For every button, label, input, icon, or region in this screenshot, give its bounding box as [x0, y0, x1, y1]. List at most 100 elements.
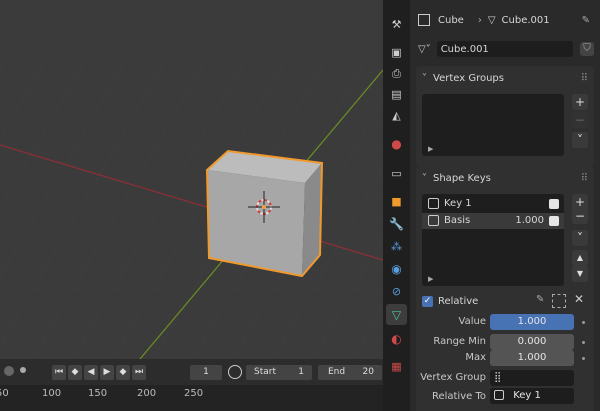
shape-keys-header[interactable]: ˅ Shape Keys ⠿ [416, 166, 594, 190]
list-item[interactable]: Basis 1.000 [422, 213, 564, 229]
breadcrumb-separator: › [477, 14, 482, 26]
range-min-field[interactable]: 0.000 [490, 334, 574, 350]
play-icon[interactable]: ▶ [100, 365, 114, 380]
breadcrumb-mesh[interactable]: Cube.001 [502, 15, 550, 26]
keyframe-dot[interactable] [582, 321, 585, 324]
pin-icon[interactable]: ✎ [582, 15, 590, 26]
ruler-tick: 200 [137, 388, 157, 399]
shape-keys-panel: ˅ Shape Keys ⠿ Key 1 Basis 1.000 ▶ + − ˅… [416, 166, 594, 411]
physics-icon[interactable]: ◉ [386, 258, 407, 279]
jump-end-icon[interactable]: ⏭ [132, 365, 146, 380]
mesh-browse-icon[interactable]: ▽˅ [418, 44, 431, 55]
output-icon[interactable]: ⎙ [386, 63, 407, 84]
record-icon[interactable] [4, 366, 14, 376]
keyframe-dot[interactable] [582, 341, 585, 344]
shape-key-icon [428, 198, 439, 209]
relative-to-field[interactable]: Key 1 [490, 388, 574, 404]
shape-key-name: Key 1 [444, 198, 472, 209]
relative-to-label: Relative To [431, 391, 486, 402]
value-label: Value [458, 316, 486, 327]
stopwatch-icon[interactable] [228, 365, 242, 379]
list-item[interactable]: Key 1 [422, 196, 564, 212]
end-label: End [328, 367, 346, 377]
world-icon[interactable]: ● [386, 133, 407, 154]
shape-keys-list[interactable]: Key 1 Basis 1.000 ▶ [422, 194, 564, 286]
relative-checkbox[interactable]: ✓ [422, 296, 433, 307]
modifier-icon[interactable]: 🔧 [386, 213, 407, 234]
range-min-label: Range Min [433, 336, 486, 347]
relative-to-value: Key 1 [513, 390, 541, 401]
start-label: Start [254, 367, 276, 377]
vertex-groups-header[interactable]: ˅ Vertex Groups ⠿ [416, 66, 594, 90]
list-expand-icon[interactable]: ▶ [428, 145, 433, 153]
collection-icon[interactable]: ▭ [386, 163, 407, 184]
fake-user-icon[interactable]: ⛉ [580, 42, 594, 56]
breadcrumb: Cube › ▽ Cube.001 ✎ [410, 8, 600, 32]
remove-shape-key-button[interactable]: − [572, 208, 588, 224]
vertex-groups-panel: ˅ Vertex Groups ⠿ ▶ + − ˅ [416, 66, 594, 166]
keyframe-dot[interactable] [582, 357, 585, 360]
play-reverse-icon[interactable]: ◀ [84, 365, 98, 380]
vertex-group-field[interactable]: ⣿ [490, 370, 574, 386]
current-frame-field[interactable]: 1 [190, 365, 222, 380]
pin-icon[interactable]: ✎ [536, 294, 550, 308]
list-expand-icon[interactable]: ▶ [428, 275, 433, 283]
shape-key-icon [494, 390, 504, 400]
clear-icon[interactable]: ✕ [574, 292, 584, 306]
chevron-down-icon: ˅ [422, 72, 427, 84]
tool-icon[interactable]: ⚒ [386, 14, 407, 35]
playback-bar: ⏮ ◆ ◀ ▶ ◆ ⏭ 1 Start 1 End 20 [0, 359, 383, 385]
drag-handle-icon[interactable]: ⠿ [581, 173, 588, 184]
shape-keys-title: Shape Keys [433, 172, 491, 184]
move-down-button[interactable]: ▼ [572, 266, 588, 282]
shape-key-specials-button[interactable]: ˅ [572, 230, 588, 246]
record-options-icon[interactable] [20, 367, 26, 373]
texture-icon[interactable]: ▦ [386, 356, 407, 377]
jump-keyframe-back-icon[interactable]: ◆ [68, 365, 82, 380]
ruler-tick: 250 [184, 388, 204, 399]
particles-icon[interactable]: ⁂ [386, 236, 407, 257]
mesh-name-field[interactable]: Cube.001 [436, 41, 573, 57]
add-vertex-group-button[interactable]: + [572, 94, 588, 110]
constraints-icon[interactable]: ⊘ [386, 281, 407, 302]
frame-ruler[interactable]: 50 100 150 200 250 [0, 385, 383, 411]
edit-mode-icon[interactable] [552, 294, 566, 308]
end-frame-field[interactable]: End 20 [318, 365, 382, 380]
render-icon[interactable]: ▣ [386, 42, 407, 63]
end-value: 20 [362, 367, 374, 377]
relative-label: Relative [438, 296, 479, 307]
remove-vertex-group-button[interactable]: − [572, 112, 588, 128]
object-icon [418, 14, 430, 26]
ruler-tick: 150 [88, 388, 108, 399]
breadcrumb-object[interactable]: Cube [438, 15, 464, 26]
object-icon[interactable]: ■ [386, 191, 407, 212]
vertex-group-icon: ⣿ [494, 372, 502, 383]
mesh-icon: ▽ [487, 14, 496, 26]
shape-key-mute-checkbox[interactable] [549, 199, 559, 209]
ruler-tick: 100 [42, 388, 62, 399]
vertex-groups-list[interactable]: ▶ [422, 94, 564, 156]
jump-start-icon[interactable]: ⏮ [52, 365, 66, 380]
data-icon[interactable]: ▽ [386, 304, 407, 325]
scene-icon[interactable]: ◭ [386, 105, 407, 126]
chevron-down-icon: ˅ [422, 172, 427, 184]
range-max-label: Max [465, 352, 486, 363]
drag-handle-icon[interactable]: ⠿ [581, 73, 588, 84]
timeline: ⏮ ◆ ◀ ▶ ◆ ⏭ 1 Start 1 End 20 50 100 150 … [0, 359, 383, 411]
material-icon[interactable]: ◐ [386, 328, 407, 349]
properties-tabs: ⚒ ▣ ⎙ ▤ ◭ ● ▭ ■ 🔧 ⁂ ◉ ⊘ ▽ ◐ ▦ [383, 0, 410, 411]
3d-viewport[interactable] [0, 0, 383, 411]
view-layer-icon[interactable]: ▤ [386, 84, 407, 105]
range-max-field[interactable]: 1.000 [490, 350, 574, 366]
data-block-selector: ▽˅ Cube.001 ⛉ [410, 38, 600, 60]
start-frame-field[interactable]: Start 1 [246, 365, 312, 380]
jump-keyframe-forward-icon[interactable]: ◆ [116, 365, 130, 380]
mesh-name-text: Cube.001 [440, 43, 489, 55]
move-up-button[interactable]: ▲ [572, 250, 588, 266]
shape-key-name: Basis [444, 215, 471, 226]
shape-key-mute-checkbox[interactable] [549, 216, 559, 226]
vertex-group-label: Vertex Group [420, 372, 486, 383]
vertex-group-specials-button[interactable]: ˅ [572, 132, 588, 148]
shape-key-value[interactable]: 1.000 [515, 215, 544, 226]
value-field[interactable]: 1.000 [490, 314, 574, 330]
